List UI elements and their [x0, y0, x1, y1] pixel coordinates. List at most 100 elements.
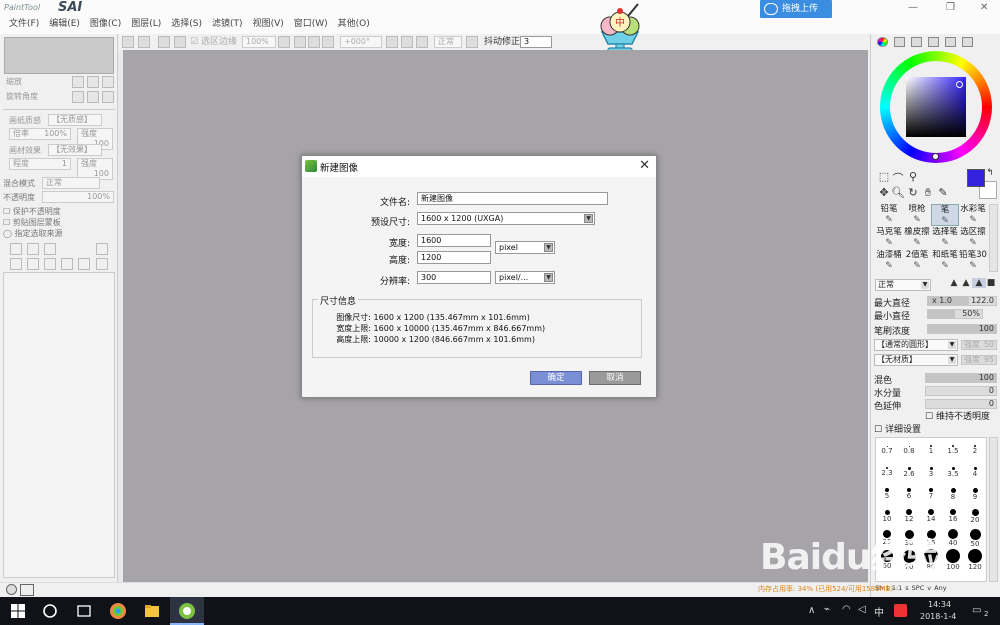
new-folder-icon[interactable] [44, 243, 56, 255]
protect-opacity-checkbox[interactable]: ☐ 保护不透明度 [3, 206, 61, 217]
move-icon[interactable]: ✥ [877, 186, 891, 199]
menu-item[interactable]: 编辑(E) [44, 17, 85, 31]
preset-select[interactable]: 1600 x 1200 (UXGA) ▼ [417, 212, 595, 225]
menu-item[interactable]: 选择(S) [166, 17, 207, 31]
select-tool-button[interactable] [122, 36, 134, 48]
brush-size-preset[interactable]: 8 [942, 484, 964, 501]
rotate-left-button[interactable] [386, 36, 398, 48]
brush-size-preset[interactable]: 2 [964, 440, 986, 457]
new-linework-layer-icon[interactable] [27, 243, 39, 255]
brush-tool-slot[interactable]: 铅笔 ✎ [875, 204, 903, 226]
brush-size-preset[interactable]: 9 [964, 484, 986, 501]
brush-tool-slot[interactable]: 笔 ✎ [931, 204, 959, 226]
copy-layer-icon[interactable] [10, 258, 22, 270]
scratchpad-tab-icon[interactable] [945, 37, 956, 47]
sogou-ime-icon[interactable] [894, 604, 907, 617]
brush-size-preset[interactable]: 1 [920, 440, 942, 457]
invert-selection-button[interactable] [158, 36, 170, 48]
brush-grid-scrollbar[interactable] [989, 204, 998, 272]
brush-size-preset[interactable]: 0.8 [898, 440, 920, 457]
minimize-icon[interactable]: — [908, 2, 918, 13]
zoom-fit-button[interactable] [308, 36, 320, 48]
document-tab-icon[interactable] [20, 584, 34, 596]
hue-cursor[interactable] [932, 153, 939, 160]
eyedropper-icon[interactable]: ✎ [936, 186, 950, 199]
brush-size-preset[interactable]: 100 [942, 549, 964, 571]
brush-tool-slot[interactable]: 喷枪 ✎ [903, 204, 931, 226]
nav-rotate-right-button[interactable] [87, 91, 99, 103]
tray-chevron-icon[interactable]: ∧ [808, 605, 815, 616]
new-layer-icon[interactable] [10, 243, 22, 255]
nav-zoom-reset-button[interactable] [102, 76, 114, 88]
notification-icon[interactable]: ▭ [972, 605, 981, 616]
shape-strength-slider[interactable]: 强度 50 [961, 340, 997, 350]
filename-input[interactable]: 新建图像 [417, 192, 608, 205]
color-wheel[interactable] [880, 51, 992, 163]
menu-item[interactable]: 窗口(W) [289, 17, 333, 31]
opacity-slider[interactable]: 100% [42, 191, 114, 203]
brush-tool-slot[interactable]: 马克笔 ✎ [875, 227, 903, 249]
unit-select[interactable]: pixel ▼ [495, 241, 555, 254]
brush-tool-slot[interactable]: 油漆桶 ✎ [875, 250, 903, 272]
brush-size-preset[interactable]: 14 [920, 506, 942, 523]
wifi-icon[interactable]: ◠ [842, 604, 851, 615]
rotate-icon[interactable]: ↻ [906, 186, 920, 199]
rect-select-icon[interactable]: ⬚ [877, 170, 891, 183]
close-icon[interactable]: ✕ [639, 158, 650, 173]
angle-field[interactable]: +000° [340, 36, 382, 48]
shortcut-key-label[interactable]: 1:1 [892, 584, 902, 592]
detail-settings-checkbox[interactable]: ☐ 详细设置 [874, 422, 921, 435]
shortcut-key-label[interactable]: SPC [912, 584, 925, 592]
windows-start-icon[interactable] [8, 601, 28, 621]
brush-size-preset[interactable]: 0.7 [876, 440, 898, 457]
rotate-reset-button[interactable] [416, 36, 428, 48]
clear-layer-icon[interactable] [78, 258, 90, 270]
min-size-slider[interactable]: 50% [927, 309, 983, 319]
ok-button[interactable]: 确定 [530, 371, 582, 385]
brush-size-preset[interactable]: 12 [898, 506, 920, 523]
menu-item[interactable]: 文件(F) [4, 17, 44, 31]
brush-tool-slot[interactable]: 2值笔 ✎ [903, 250, 931, 272]
hsv-slider-tab-icon[interactable] [911, 37, 922, 47]
layer-menu-icon[interactable] [96, 243, 108, 255]
swatches-tab-icon[interactable] [928, 37, 939, 47]
max-size-slider[interactable]: x 1.0 122.0 [927, 296, 997, 306]
density-slider[interactable]: 100 [927, 324, 997, 334]
zoom-reset-button[interactable] [322, 36, 334, 48]
brush-tool-slot[interactable]: 和纸笔 ✎ [931, 250, 959, 272]
width-slider[interactable]: 程度 1 [9, 158, 71, 170]
brush-size-preset[interactable]: 3 [920, 462, 942, 479]
brush-size-preset[interactable]: 2.3 [876, 462, 898, 479]
merge-down-icon[interactable] [44, 258, 56, 270]
network-icon[interactable]: ⌁ [824, 604, 830, 615]
clock-time[interactable]: 14:34 [928, 600, 951, 609]
blend-slider[interactable]: 100 [925, 373, 997, 383]
flip-button[interactable] [466, 36, 478, 48]
ime-indicator[interactable]: 中 [874, 604, 884, 619]
sv-cursor[interactable] [956, 81, 963, 88]
menu-item[interactable]: 图像(C) [85, 17, 126, 31]
resolution-unit-select[interactable]: pixel/... ▼ [495, 271, 555, 284]
brush-tool-slot[interactable]: 选择笔 ✎ [931, 227, 959, 249]
volume-icon[interactable]: ◁ [858, 604, 866, 615]
brush-size-preset[interactable]: 6 [898, 484, 920, 501]
brush-size-preset[interactable]: 4 [964, 462, 986, 479]
water-slider[interactable]: 0 [925, 386, 997, 396]
brush-texture-select[interactable]: 【无材质】 ▼ [874, 354, 958, 366]
hand-icon[interactable]: ✋︎ [921, 186, 935, 200]
rgb-slider-tab-icon[interactable] [894, 37, 905, 47]
brush-size-preset[interactable]: 16 [942, 506, 964, 523]
zoom-icon[interactable]: 🔍︎ [891, 186, 905, 199]
lasso-icon[interactable]: ⌒ [891, 170, 905, 186]
zoom-out-button[interactable] [278, 36, 290, 48]
nav-zoom-out-button[interactable] [72, 76, 84, 88]
palette-tab-icon[interactable] [962, 37, 973, 47]
file-explorer-icon[interactable] [142, 601, 162, 621]
brush-shape-flat-icon[interactable]: ■ [984, 278, 998, 288]
nav-rotate-reset-button[interactable] [102, 91, 114, 103]
height-input[interactable]: 1200 [417, 251, 491, 264]
deselect-button[interactable] [138, 36, 150, 48]
select-outline-toggle[interactable]: ☑ 选区边缘 [190, 36, 237, 48]
rate-slider[interactable]: 倍率 100% [9, 128, 71, 140]
paper-texture-select[interactable]: 【无质感】 [48, 114, 102, 126]
